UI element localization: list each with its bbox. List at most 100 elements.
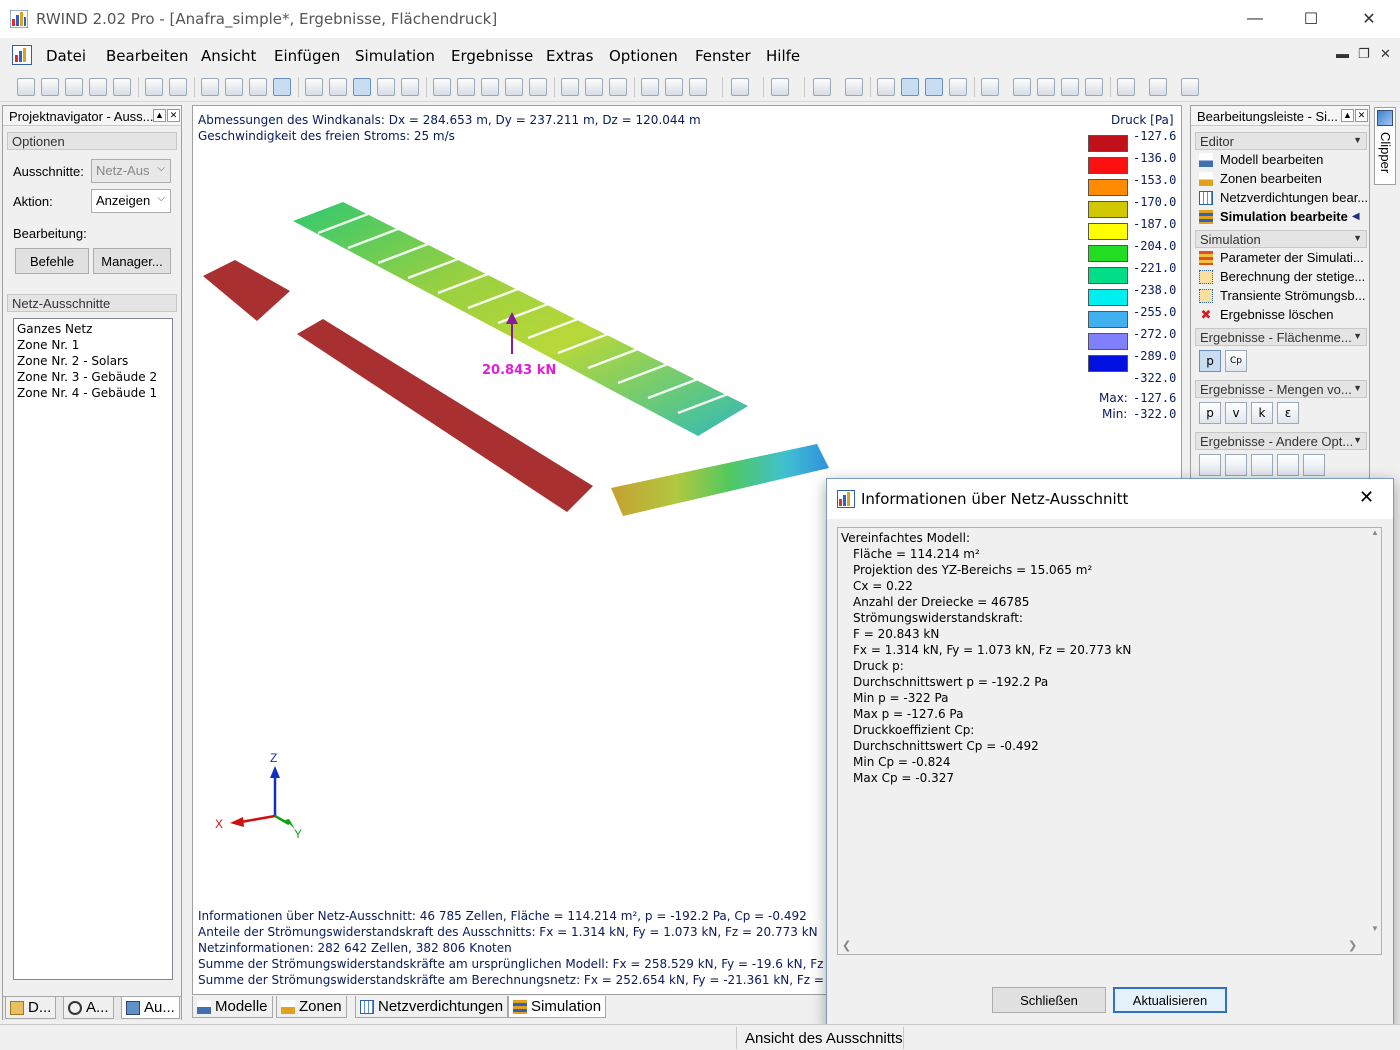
tab-ausschnitte[interactable]: Au... <box>121 997 180 1019</box>
cube-icon[interactable] <box>641 78 659 96</box>
rotate-icon[interactable] <box>353 78 371 96</box>
layers-icon[interactable] <box>845 78 863 96</box>
save-icon[interactable] <box>65 78 83 96</box>
menu-einfuegen[interactable]: Einfügen <box>274 47 340 65</box>
menu-hilfe[interactable]: Hilfe <box>766 47 800 65</box>
pressure-p-button[interactable]: p <box>1199 350 1221 372</box>
list-item[interactable]: Zone Nr. 4 - Gebäude 1 <box>14 385 172 401</box>
menu-ergebnisse[interactable]: Ergebnisse <box>451 47 533 65</box>
results-values-icon[interactable] <box>925 78 943 96</box>
list-item[interactable]: Zone Nr. 3 - Gebäude 2 <box>14 369 172 385</box>
scroll-up-icon[interactable]: ▲ <box>1368 528 1382 537</box>
maximize-button[interactable]: ☐ <box>1282 0 1340 38</box>
flaechen-header[interactable]: Ergebnisse - Flächenme... ▼ <box>1195 328 1367 346</box>
scroll-right-icon[interactable]: ❯ <box>1348 939 1357 952</box>
quantity-epsilon-button[interactable]: ε <box>1277 402 1299 424</box>
mdi-restore-icon[interactable]: ❐ <box>1358 46 1370 62</box>
scroll-left-icon[interactable]: ❮ <box>842 939 851 952</box>
vertical-scrollbar[interactable]: ▲ ▼ <box>1368 528 1382 938</box>
menu-datei[interactable]: Datei <box>46 47 86 65</box>
aktion-combo[interactable]: Anzeigen ⌵ <box>91 189 171 213</box>
ergebnisse-loeschen-item[interactable]: ✖ Ergebnisse löschen <box>1195 305 1367 324</box>
pan-icon[interactable] <box>377 78 395 96</box>
andere-header[interactable]: Ergebnisse - Andere Opt... ▼ <box>1195 432 1367 450</box>
new-file-icon[interactable] <box>17 78 35 96</box>
close-window-button[interactable]: ✕ <box>1340 0 1398 38</box>
print-icon[interactable] <box>113 78 131 96</box>
menu-optionen[interactable]: Optionen <box>609 47 678 65</box>
redo-icon[interactable] <box>169 78 187 96</box>
mdi-minimize-icon[interactable]: ▬ <box>1336 46 1349 61</box>
list-item[interactable]: Zone Nr. 1 <box>14 337 172 353</box>
simulation-header[interactable]: Simulation ▼ <box>1195 230 1367 248</box>
move-icon[interactable] <box>401 78 419 96</box>
zoom-icon[interactable] <box>505 78 523 96</box>
netz-ausschnitte-list[interactable]: Ganzes Netz Zone Nr. 1 Zone Nr. 2 - Sola… <box>13 318 173 980</box>
document-app-icon[interactable] <box>12 45 32 65</box>
parameter-item[interactable]: Parameter der Simulati... <box>1195 248 1367 267</box>
editor-header[interactable]: Editor ▼ <box>1195 132 1367 150</box>
quantity-k-button[interactable]: k <box>1251 402 1273 424</box>
tab-netzverdichtungen[interactable]: Netzverdichtungen <box>355 996 509 1018</box>
zoom-all-icon[interactable] <box>529 78 547 96</box>
view-image-icon[interactable] <box>457 78 475 96</box>
befehle-button[interactable]: Befehle <box>15 248 89 274</box>
reload-icon[interactable] <box>609 78 627 96</box>
streamlines-icon[interactable] <box>1199 454 1221 476</box>
quantity-v-button[interactable]: v <box>1225 402 1247 424</box>
box-dropdown-icon[interactable] <box>731 78 749 96</box>
menu-fenster[interactable]: Fenster <box>695 47 751 65</box>
zoom-box-icon[interactable] <box>305 78 323 96</box>
particles-icon[interactable] <box>1303 454 1325 476</box>
undo-icon[interactable] <box>145 78 163 96</box>
aktualisieren-button[interactable]: Aktualisieren <box>1113 987 1227 1013</box>
select-grid-icon[interactable] <box>201 78 219 96</box>
list-item[interactable]: Zone Nr. 2 - Solars <box>14 353 172 369</box>
quantity-p-button[interactable]: p <box>1199 402 1221 424</box>
mdi-close-icon[interactable]: ✕ <box>1380 46 1391 62</box>
list-item[interactable]: Ganzes Netz <box>14 321 172 337</box>
section-icon[interactable] <box>1061 78 1079 96</box>
minimize-button[interactable]: — <box>1226 0 1284 38</box>
schliessen-button[interactable]: Schließen <box>992 987 1106 1013</box>
refresh-icon[interactable] <box>585 78 603 96</box>
clipper-icon[interactable] <box>1085 78 1103 96</box>
cube-arrow-icon[interactable] <box>665 78 683 96</box>
modell-bearbeiten-item[interactable]: Modell bearbeiten <box>1195 150 1367 169</box>
layers-result-icon[interactable] <box>1225 454 1247 476</box>
panel-close-icon[interactable]: ✕ <box>1355 109 1368 122</box>
report-icon[interactable] <box>89 78 107 96</box>
menu-simulation[interactable]: Simulation <box>355 47 435 65</box>
ausschnitte-combo[interactable]: Netz-Aus ⌵ <box>91 159 171 183</box>
menu-bearbeiten[interactable]: Bearbeiten <box>106 47 188 65</box>
tab-simulation[interactable]: Simulation <box>508 996 607 1018</box>
panel-close-icon[interactable]: ✕ <box>167 109 180 122</box>
settings-dropdown-icon[interactable] <box>1181 78 1199 96</box>
tab-zonen[interactable]: Zonen <box>276 996 347 1018</box>
berechnung-item[interactable]: Berechnung der stetige... <box>1195 267 1367 286</box>
pen-dropdown-icon[interactable] <box>771 78 789 96</box>
manager-button[interactable]: Manager... <box>93 248 171 274</box>
menu-ansicht[interactable]: Ansicht <box>201 47 256 65</box>
results-table-icon[interactable] <box>949 78 967 96</box>
grid-result-icon[interactable] <box>1277 454 1299 476</box>
pressure-cp-button[interactable]: Cp <box>1225 350 1247 372</box>
flow-lines-icon[interactable] <box>813 78 831 96</box>
search-icon[interactable] <box>561 78 579 96</box>
simulation-bearbeiten-item[interactable]: Simulation bearbeite ◀ <box>1195 207 1367 226</box>
tools-dropdown-icon[interactable] <box>1149 78 1167 96</box>
color-dropdown-icon[interactable] <box>689 78 707 96</box>
graph-icon[interactable] <box>1251 454 1273 476</box>
mengen-header[interactable]: Ergebnisse - Mengen vo... ▼ <box>1195 380 1367 398</box>
results-surface-icon[interactable] <box>901 78 919 96</box>
netzverdichtungen-item[interactable]: Netzverdichtungen bear... <box>1195 188 1367 207</box>
plane-icon[interactable] <box>1013 78 1031 96</box>
scroll-down-icon[interactable]: ▼ <box>1368 924 1382 933</box>
zonen-bearbeiten-item[interactable]: Zonen bearbeiten <box>1195 169 1367 188</box>
select-mesh-icon[interactable] <box>225 78 243 96</box>
results-icon[interactable] <box>877 78 895 96</box>
view-window-icon[interactable] <box>481 78 499 96</box>
tab-daten[interactable]: D... <box>5 997 57 1019</box>
dialog-close-icon[interactable]: ✕ <box>1359 487 1374 508</box>
view-3d-icon[interactable] <box>433 78 451 96</box>
